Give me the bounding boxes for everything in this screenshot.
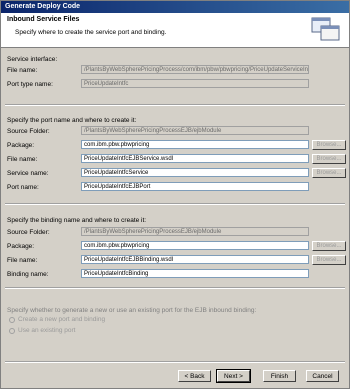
binding-section-heading: Specify the binding name and where to cr… bbox=[7, 217, 147, 224]
binding-file-name-label: File name: bbox=[7, 257, 38, 264]
service-interface-heading: Service interface: bbox=[7, 56, 58, 63]
back-button[interactable]: < Back bbox=[178, 370, 211, 382]
separator bbox=[5, 104, 345, 106]
binding-source-folder-field: /PlantsByWebSpherePricingProcessEJB/ejbM… bbox=[81, 227, 309, 236]
binding-package-field[interactable]: com.ibm.pbw.pbwpricing bbox=[81, 241, 309, 250]
port-package-label: Package: bbox=[7, 142, 35, 149]
service-name-field[interactable]: PriceUpdateIntfcService bbox=[81, 168, 309, 177]
port-package-field[interactable]: com.ibm.pbw.pbwpricing bbox=[81, 140, 309, 149]
port-type-name-label: Port type name: bbox=[7, 81, 53, 88]
service-name-label: Service name: bbox=[7, 170, 49, 177]
use-existing-port-label: Use an existing port bbox=[18, 327, 76, 334]
port-name-label: Port name: bbox=[7, 184, 39, 191]
port-file-browse-button[interactable]: Browse... bbox=[312, 154, 346, 164]
binding-package-label: Package: bbox=[7, 243, 35, 250]
port-section-heading: Specify the port name and where to creat… bbox=[7, 117, 137, 124]
dialog-window: Generate Deploy Code Inbound Service Fil… bbox=[0, 0, 350, 389]
binding-name-label: Binding name: bbox=[7, 271, 49, 278]
create-new-port-radio[interactable] bbox=[9, 317, 15, 323]
cancel-button[interactable]: Cancel bbox=[306, 370, 339, 382]
port-name-field[interactable]: PriceUpdateIntfcEJBPort bbox=[81, 182, 309, 191]
port-package-browse-button[interactable]: Browse... bbox=[312, 140, 346, 150]
banner-description: Specify where to create the service port… bbox=[15, 29, 167, 36]
binding-package-browse-button[interactable]: Browse... bbox=[312, 241, 346, 251]
generate-port-question: Specify whether to generate a new or use… bbox=[7, 307, 257, 314]
binding-source-folder-label: Source Folder: bbox=[7, 229, 50, 236]
use-existing-port-radio[interactable] bbox=[9, 328, 15, 334]
binding-file-name-field[interactable]: PriceUpdateIntfcEJBBinding.wsdl bbox=[81, 255, 309, 264]
binding-name-field[interactable]: PriceUpdateIntfcBinding bbox=[81, 269, 309, 278]
separator bbox=[5, 203, 345, 205]
binding-file-browse-button[interactable]: Browse... bbox=[312, 255, 346, 265]
banner-title: Inbound Service Files bbox=[7, 16, 80, 23]
port-file-name-label: File name: bbox=[7, 156, 38, 163]
finish-button[interactable]: Finish bbox=[263, 370, 296, 382]
service-name-browse-button[interactable]: Browse... bbox=[312, 168, 346, 178]
separator bbox=[5, 361, 345, 363]
wizard-banner: Inbound Service Files Specify where to c… bbox=[1, 13, 349, 48]
service-file-name-label: File name: bbox=[7, 67, 38, 74]
service-file-name-field: /PlantsByWebSpherePricingProcess/com/ibm… bbox=[81, 65, 309, 74]
port-file-name-field[interactable]: PriceUpdateIntfcEJBService.wsdl bbox=[81, 154, 309, 163]
separator bbox=[5, 287, 345, 289]
port-source-folder-field: /PlantsByWebSpherePricingProcessEJB/ejbM… bbox=[81, 126, 309, 135]
port-type-name-field: PriceUpdateIntfc bbox=[81, 79, 309, 88]
create-new-port-label: Create a new port and binding bbox=[18, 316, 106, 323]
wizard-windows-icon bbox=[311, 17, 340, 41]
port-source-folder-label: Source Folder: bbox=[7, 128, 50, 135]
next-button[interactable]: Next > bbox=[216, 369, 251, 383]
window-title: Generate Deploy Code bbox=[1, 1, 349, 13]
